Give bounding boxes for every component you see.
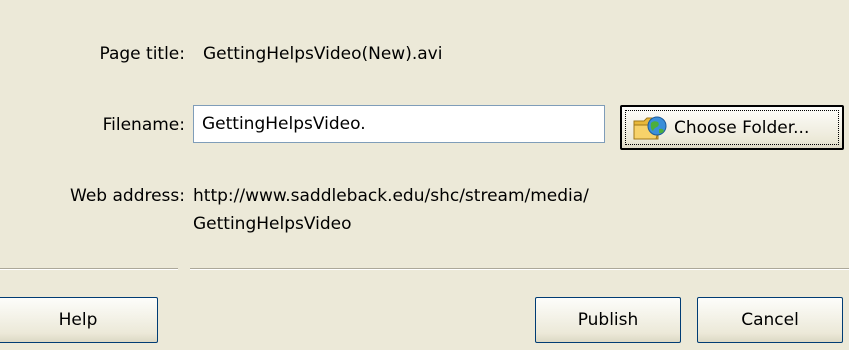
publish-dialog: Page title: GettingHelpsVideo(New).avi F… <box>0 0 849 350</box>
folder-globe-icon <box>632 113 668 143</box>
page-title-label: Page title: <box>99 44 185 64</box>
choose-folder-label: Choose Folder... <box>674 117 810 138</box>
cancel-button[interactable]: Cancel <box>697 297 843 343</box>
choose-folder-button[interactable]: Choose Folder... <box>620 105 844 150</box>
help-button[interactable]: Help <box>0 297 158 343</box>
separator-gap <box>178 265 190 273</box>
publish-button[interactable]: Publish <box>535 297 681 343</box>
filename-input[interactable] <box>193 105 605 143</box>
separator-line <box>0 268 849 270</box>
web-address-value-line2: GettingHelpsVideo <box>193 214 352 234</box>
page-title-value: GettingHelpsVideo(New).avi <box>203 44 443 64</box>
web-address-label: Web address: <box>70 186 185 206</box>
web-address-value-line1: http://www.saddleback.edu/shc/stream/med… <box>193 186 589 206</box>
filename-label: Filename: <box>102 115 185 135</box>
